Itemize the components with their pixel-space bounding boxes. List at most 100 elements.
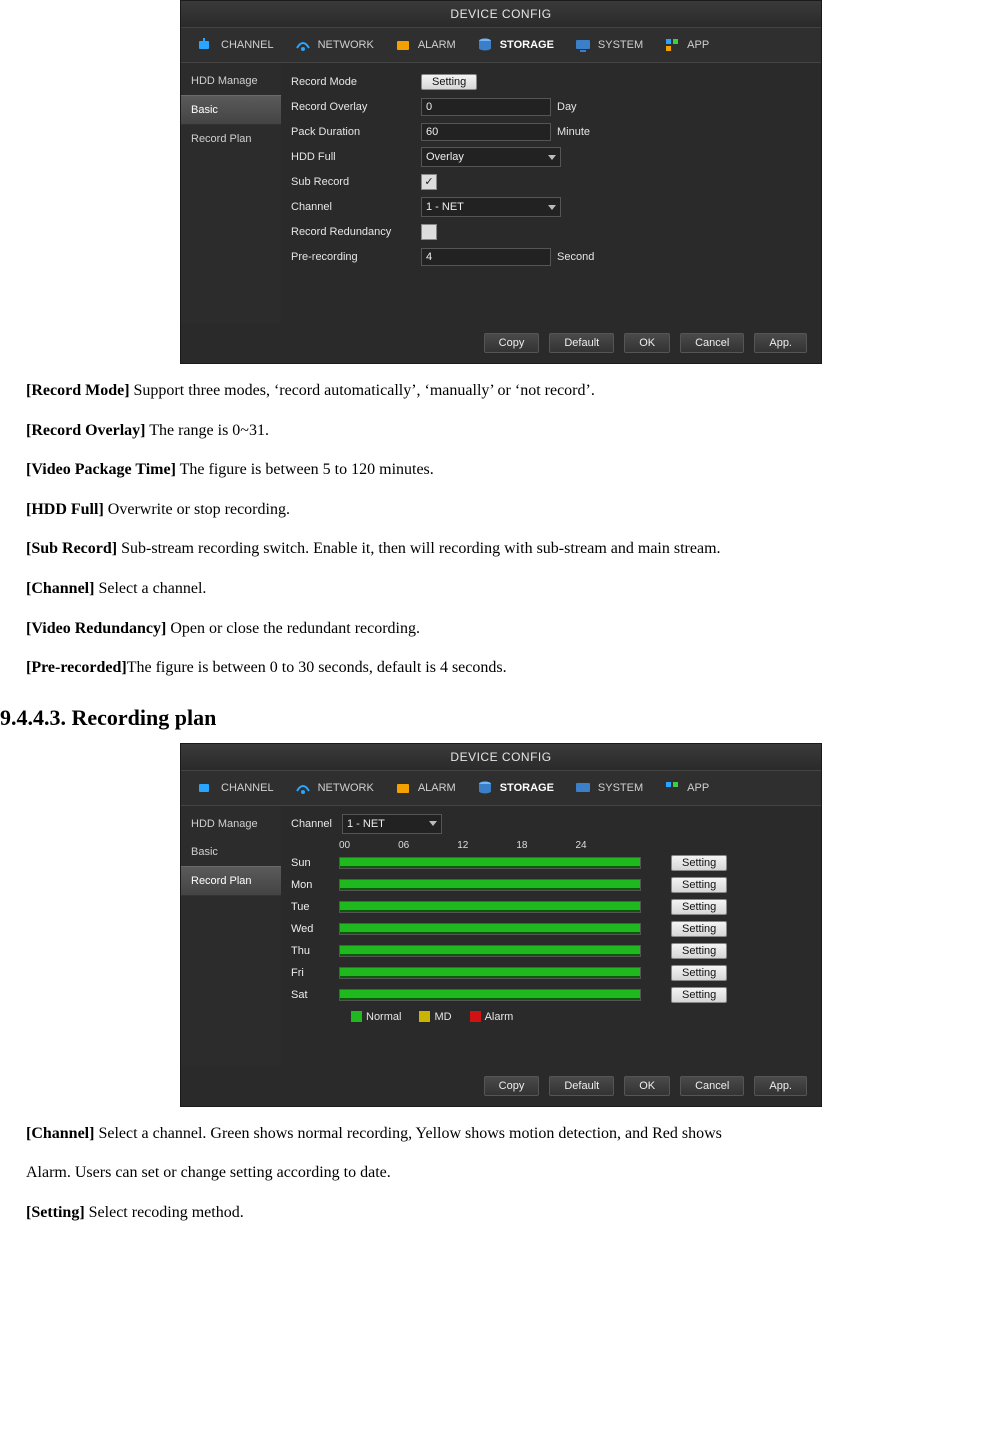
day-bar[interactable] <box>339 967 641 979</box>
default-button[interactable]: Default <box>549 1076 614 1096</box>
doc-paragraph: [Pre-recorded]The figure is between 0 to… <box>26 655 976 681</box>
day-bar[interactable] <box>339 989 641 1001</box>
day-bar[interactable] <box>339 923 641 935</box>
pre-recording-input[interactable] <box>421 248 551 266</box>
day-row-thu: Thu Setting <box>291 941 811 961</box>
tab-channel[interactable]: CHANNEL <box>187 771 284 805</box>
doc-paragraph: Alarm. Users can set or change setting a… <box>26 1160 976 1186</box>
tab-label: SYSTEM <box>598 782 643 794</box>
pre-recording-label: Pre-recording <box>291 251 421 263</box>
legend-swatch-normal <box>351 1011 362 1022</box>
app-icon <box>663 36 681 54</box>
section-heading: 9.4.4.3. Recording plan <box>0 705 1002 731</box>
storage-icon <box>476 779 494 797</box>
app-button[interactable]: App. <box>754 333 807 353</box>
ok-button[interactable]: OK <box>624 1076 670 1096</box>
sidebar-item-hdd-manage[interactable]: HDD Manage <box>181 67 281 95</box>
tab-label: CHANNEL <box>221 782 274 794</box>
system-icon <box>574 36 592 54</box>
day-setting-button[interactable]: Setting <box>671 899 727 915</box>
tab-system[interactable]: SYSTEM <box>564 771 653 805</box>
copy-button[interactable]: Copy <box>484 1076 540 1096</box>
default-button[interactable]: Default <box>549 333 614 353</box>
alarm-icon <box>394 779 412 797</box>
day-row-wed: Wed Setting <box>291 919 811 939</box>
day-row-fri: Fri Setting <box>291 963 811 983</box>
tab-label: SYSTEM <box>598 39 643 51</box>
pack-duration-label: Pack Duration <box>291 126 421 138</box>
tab-label: STORAGE <box>500 39 554 51</box>
day-bar[interactable] <box>339 945 641 957</box>
tab-storage[interactable]: STORAGE <box>466 771 564 805</box>
tab-network[interactable]: NETWORK <box>284 28 384 62</box>
channel-icon <box>197 779 215 797</box>
hdd-full-select[interactable]: Overlay <box>421 147 561 167</box>
sidebar-item-basic[interactable]: Basic <box>181 95 281 125</box>
app-button[interactable]: App. <box>754 1076 807 1096</box>
plan-channel-select[interactable]: 1 - NET <box>342 814 442 834</box>
tab-app[interactable]: APP <box>653 771 719 805</box>
day-setting-button[interactable]: Setting <box>671 987 727 1003</box>
sidebar-item-basic[interactable]: Basic <box>181 838 281 866</box>
doc-paragraph: [Channel] Select a channel. <box>26 576 976 602</box>
tab-alarm[interactable]: ALARM <box>384 771 466 805</box>
day-setting-button[interactable]: Setting <box>671 921 727 937</box>
sidebar-item-record-plan[interactable]: Record Plan <box>181 866 281 896</box>
tab-app[interactable]: APP <box>653 28 719 62</box>
doc-paragraph: [Sub Record] Sub-stream recording switch… <box>26 536 976 562</box>
record-overlay-input[interactable] <box>421 98 551 116</box>
doc-paragraph: [Record Mode] Support three modes, ‘reco… <box>26 378 976 404</box>
hdd-full-value: Overlay <box>426 151 464 163</box>
day-setting-button[interactable]: Setting <box>671 965 727 981</box>
sub-record-label: Sub Record <box>291 176 421 188</box>
day-row-sun: Sun Setting <box>291 853 811 873</box>
tab-channel[interactable]: CHANNEL <box>187 28 284 62</box>
system-icon <box>574 779 592 797</box>
window-title: DEVICE CONFIG <box>181 744 821 771</box>
doc-paragraph: [Channel] Select a channel. Green shows … <box>26 1121 976 1147</box>
sidebar: HDD Manage Basic Record Plan <box>181 806 281 1066</box>
record-redundancy-checkbox[interactable] <box>421 224 437 240</box>
record-plan-panel: Channel 1 - NET 00 06 12 18 24 <box>281 806 821 1066</box>
tab-label: APP <box>687 39 709 51</box>
legend-swatch-alarm <box>470 1011 481 1022</box>
day-row-mon: Mon Setting <box>291 875 811 895</box>
sidebar: HDD Manage Basic Record Plan <box>181 63 281 323</box>
copy-button[interactable]: Copy <box>484 333 540 353</box>
day-setting-button[interactable]: Setting <box>671 877 727 893</box>
chevron-down-icon <box>548 155 556 160</box>
day-bar[interactable] <box>339 879 641 891</box>
doc-paragraph: [Video Package Time] The figure is betwe… <box>26 457 976 483</box>
footer-buttons: Copy Default OK Cancel App. <box>181 1066 821 1106</box>
device-config-window-plan: DEVICE CONFIG CHANNEL NETWORK ALARM STOR… <box>180 743 822 1107</box>
ok-button[interactable]: OK <box>624 333 670 353</box>
hdd-full-label: HDD Full <box>291 151 421 163</box>
record-overlay-unit: Day <box>557 101 577 113</box>
app-icon <box>663 779 681 797</box>
pack-duration-input[interactable] <box>421 123 551 141</box>
record-overlay-label: Record Overlay <box>291 101 421 113</box>
day-setting-button[interactable]: Setting <box>671 855 727 871</box>
channel-value: 1 - NET <box>426 201 464 213</box>
tab-storage[interactable]: STORAGE <box>466 28 564 62</box>
footer-buttons: Copy Default OK Cancel App. <box>181 323 821 363</box>
sidebar-item-hdd-manage[interactable]: HDD Manage <box>181 810 281 838</box>
storage-icon <box>476 36 494 54</box>
tab-network[interactable]: NETWORK <box>284 771 384 805</box>
tab-system[interactable]: SYSTEM <box>564 28 653 62</box>
sub-record-checkbox[interactable] <box>421 174 437 190</box>
time-axis: 00 06 12 18 24 <box>339 840 811 851</box>
day-row-sat: Sat Setting <box>291 985 811 1005</box>
alarm-icon <box>394 36 412 54</box>
channel-select[interactable]: 1 - NET <box>421 197 561 217</box>
record-mode-setting-button[interactable]: Setting <box>421 74 477 90</box>
cancel-button[interactable]: Cancel <box>680 1076 744 1096</box>
tab-alarm[interactable]: ALARM <box>384 28 466 62</box>
day-bar[interactable] <box>339 857 641 869</box>
day-setting-button[interactable]: Setting <box>671 943 727 959</box>
plan-channel-label: Channel <box>291 818 332 830</box>
basic-panel: Record Mode Setting Record Overlay Day P… <box>281 63 821 323</box>
day-bar[interactable] <box>339 901 641 913</box>
sidebar-item-record-plan[interactable]: Record Plan <box>181 125 281 153</box>
cancel-button[interactable]: Cancel <box>680 333 744 353</box>
